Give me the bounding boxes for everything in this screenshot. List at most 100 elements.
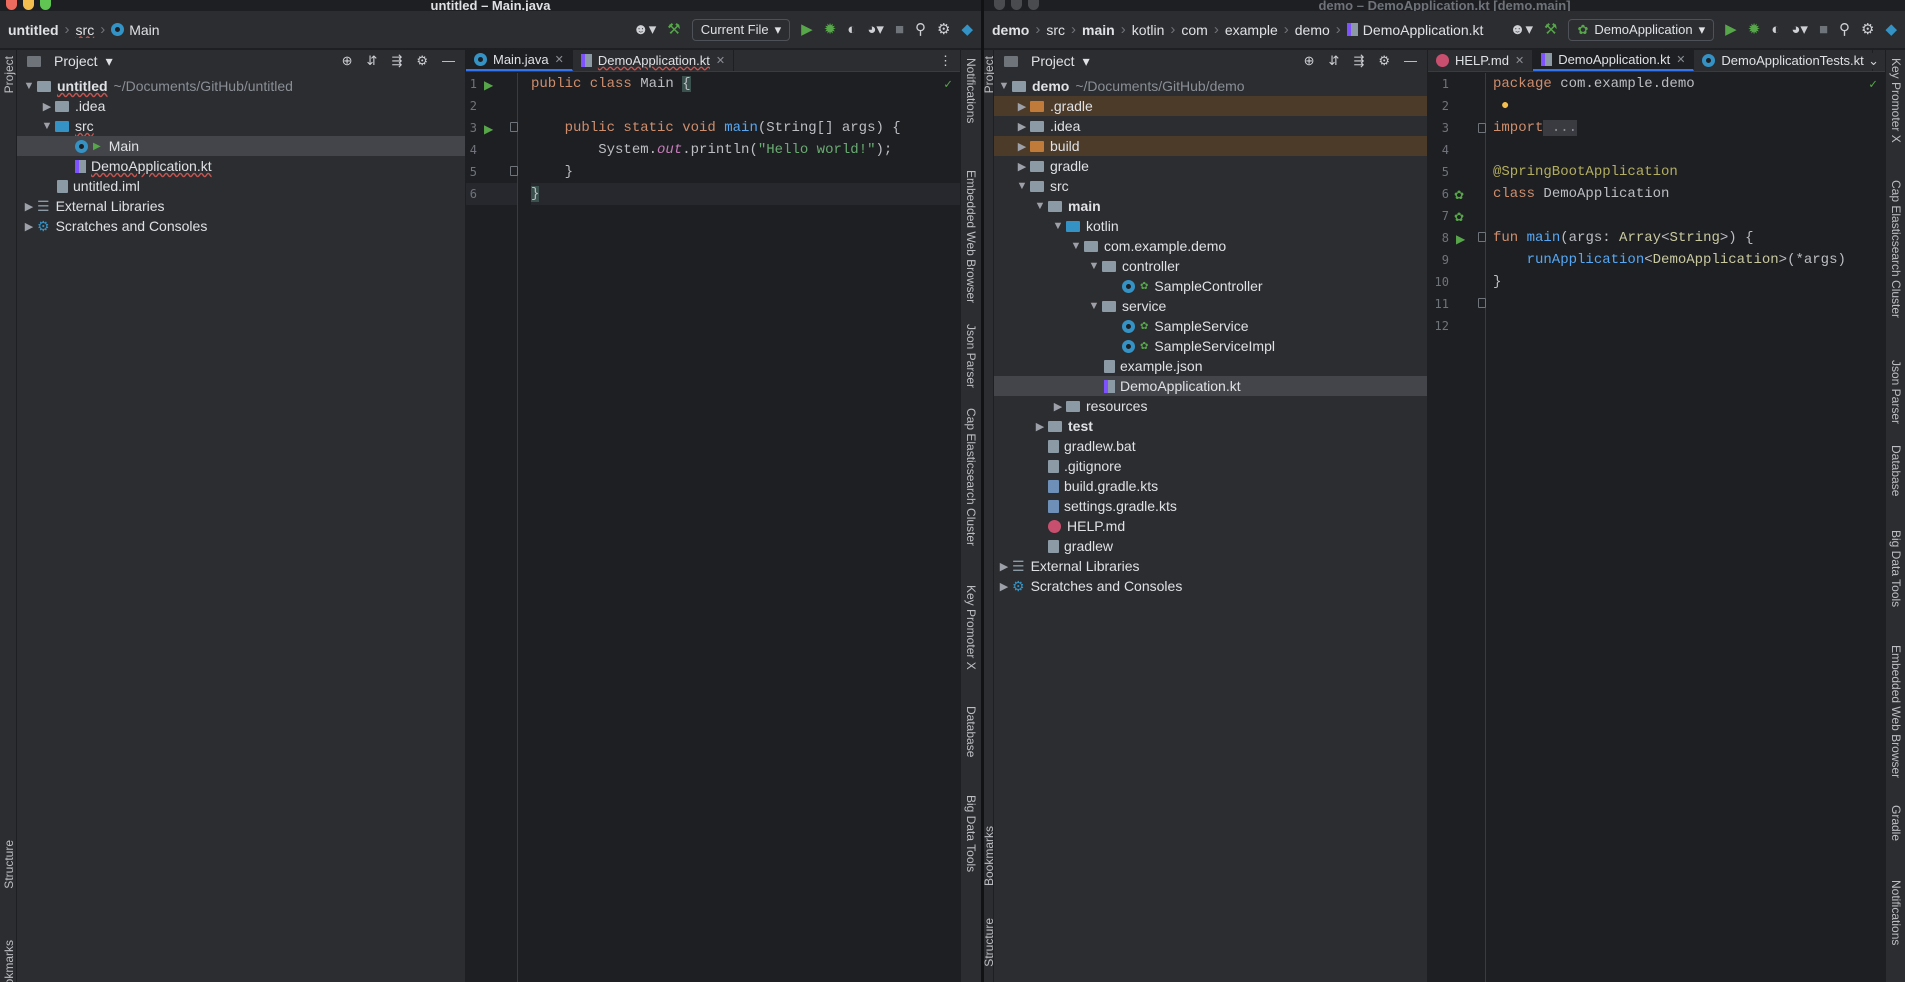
profile-icon[interactable]: ◕▾ <box>1791 22 1808 37</box>
tree-item[interactable]: HELP.md <box>994 516 1427 536</box>
tree-item[interactable]: .gitignore <box>994 456 1427 476</box>
fold-marker-icon[interactable] <box>1478 232 1486 242</box>
hide-icon[interactable]: — <box>442 53 455 69</box>
chevron-right-icon[interactable]: ▶ <box>1050 400 1066 413</box>
run-configuration-select[interactable]: ✿ DemoApplication ▾ <box>1568 18 1715 41</box>
chevron-down-icon[interactable]: ▼ <box>21 80 37 92</box>
minimize-window-button[interactable] <box>23 0 34 10</box>
chevron-right-icon[interactable]: ▶ <box>1014 140 1030 153</box>
tool-window-json-parser[interactable]: Json Parser <box>964 324 978 388</box>
user-icon[interactable]: ☻▾ <box>1510 22 1533 37</box>
tree-item[interactable]: ▼ controller <box>994 256 1427 276</box>
tool-window-key-promoter[interactable]: Key Promoter X <box>964 585 978 670</box>
fold-marker-icon[interactable] <box>510 122 518 132</box>
code-area[interactable]: package com.example.demo ● import ... @S… <box>1487 73 1885 982</box>
collapse-all-icon[interactable]: ⇶ <box>391 53 402 69</box>
tool-window-cap-elasticsearch[interactable]: Cap Elasticsearch Cluster <box>964 408 978 546</box>
no-problems-check-icon[interactable]: ✓ <box>1869 77 1877 92</box>
chevron-down-icon[interactable]: ▼ <box>1086 300 1102 312</box>
tool-window-big-data-tools[interactable]: Big Data Tools <box>964 795 978 872</box>
user-icon[interactable]: ☻▾ <box>633 22 656 37</box>
tree-item[interactable]: DemoApplication.kt <box>994 376 1427 396</box>
close-icon[interactable]: ✕ <box>1676 53 1685 66</box>
tree-item[interactable]: ▼ demo ~/Documents/GitHub/demo <box>994 76 1427 96</box>
tool-window-project[interactable]: Project <box>2 56 16 93</box>
chevron-right-icon[interactable]: ▶ <box>1014 120 1030 133</box>
chevron-down-icon[interactable]: ▼ <box>1032 200 1048 212</box>
tab-main-java[interactable]: Main.java ✕ <box>466 50 573 71</box>
close-icon[interactable]: ✕ <box>555 53 564 66</box>
tab-help-md[interactable]: HELP.md ✕ <box>1428 50 1534 71</box>
stop-icon[interactable]: ■ <box>1819 22 1828 37</box>
lightbulb-icon[interactable]: ● <box>1501 95 1509 117</box>
chevron-down-icon[interactable]: ▼ <box>1050 220 1066 232</box>
locate-icon[interactable]: ⊕ <box>1304 53 1315 69</box>
tree-item[interactable]: settings.gradle.kts <box>994 496 1427 516</box>
breadcrumb-item[interactable]: kotlin <box>1132 22 1165 38</box>
tool-window-json-parser[interactable]: Json Parser <box>1889 360 1903 424</box>
close-icon[interactable]: ✕ <box>716 54 725 67</box>
collapse-all-icon[interactable]: ⇶ <box>1353 53 1364 69</box>
search-icon[interactable]: ⚲ <box>1839 22 1850 37</box>
tree-item[interactable]: ▼ src <box>17 116 465 136</box>
tool-window-cap-elasticsearch[interactable]: Cap Elasticsearch Cluster <box>1889 180 1903 318</box>
gear-icon[interactable]: ⚙ <box>1861 22 1874 37</box>
tool-window-notifications[interactable]: Notifications <box>964 58 978 123</box>
chevron-right-icon[interactable]: ▶ <box>1032 420 1048 433</box>
expand-all-icon[interactable]: ⇵ <box>367 53 378 69</box>
chevron-down-icon[interactable]: ▾ <box>1083 53 1090 70</box>
tree-item[interactable]: ▼ service <box>994 296 1427 316</box>
fold-marker-icon[interactable] <box>1478 123 1486 133</box>
tree-item[interactable]: ✿ SampleService <box>994 316 1427 336</box>
tree-item[interactable]: ▶ build <box>994 136 1427 156</box>
project-view-select[interactable]: Project <box>54 53 98 69</box>
breadcrumb-item[interactable]: src <box>1046 22 1065 38</box>
no-problems-check-icon[interactable]: ✓ <box>944 77 952 92</box>
fold-marker-icon[interactable] <box>510 166 518 176</box>
code-area[interactable]: public class Main { public static void m… <box>519 73 960 982</box>
fold-marker-icon[interactable] <box>1478 298 1486 308</box>
gear-icon[interactable]: ⚙ <box>937 22 950 37</box>
breadcrumb-item[interactable]: example <box>1225 22 1278 38</box>
tree-item[interactable]: ▶ .idea <box>17 96 465 116</box>
breadcrumb-item[interactable]: Main <box>111 22 160 38</box>
ai-assistant-icon[interactable]: ◆ <box>1885 22 1897 37</box>
tree-item[interactable]: ✿ SampleController <box>994 276 1427 296</box>
chevron-down-icon[interactable]: ▾ <box>106 53 113 70</box>
tool-window-big-data-tools[interactable]: Big Data Tools <box>1889 530 1903 607</box>
chevron-right-icon[interactable]: ▶ <box>996 560 1012 573</box>
tool-window-embedded-web-browser[interactable]: Embedded Web Browser <box>964 170 978 303</box>
stop-icon[interactable]: ■ <box>895 22 904 37</box>
build-hammer-icon[interactable]: ⚒ <box>1544 22 1557 37</box>
tree-item[interactable]: ▶ resources <box>994 396 1427 416</box>
tree-item[interactable]: DemoApplication.kt <box>17 156 465 176</box>
hide-icon[interactable]: — <box>1404 53 1417 69</box>
breadcrumb-item[interactable]: demo <box>1295 22 1330 38</box>
breadcrumb-item[interactable]: com <box>1181 22 1207 38</box>
breadcrumb-item[interactable]: src <box>76 22 95 38</box>
coverage-icon[interactable]: ◐ <box>1771 22 1780 37</box>
breadcrumb-item[interactable]: demo <box>992 22 1029 38</box>
run-gutter-icon[interactable]: ▶ <box>1456 232 1465 246</box>
coverage-icon[interactable]: ◐ <box>847 22 856 37</box>
tree-item[interactable]: ▶ gradle <box>994 156 1427 176</box>
run-icon[interactable]: ▶ <box>801 22 813 37</box>
tree-item[interactable]: gradlew <box>994 536 1427 556</box>
debug-icon[interactable]: ✹ <box>824 22 837 37</box>
tree-item[interactable]: gradlew.bat <box>994 436 1427 456</box>
tool-window-gradle[interactable]: Gradle <box>1889 805 1903 841</box>
run-gutter-icon[interactable]: ▶ <box>484 78 493 92</box>
tree-item[interactable]: ▶ .gradle <box>994 96 1427 116</box>
tool-window-embedded-web-browser[interactable]: Embedded Web Browser <box>1889 645 1903 778</box>
spring-bean-gutter-icon[interactable]: ✿ <box>1454 188 1464 202</box>
ai-assistant-icon[interactable]: ◆ <box>961 22 973 37</box>
tool-window-database[interactable]: Database <box>964 706 978 757</box>
tree-item[interactable]: ▼ src <box>994 176 1427 196</box>
chevron-right-icon[interactable]: ▶ <box>21 220 37 233</box>
tree-item[interactable]: ▶ ☰ External Libraries <box>994 556 1427 576</box>
breadcrumb-item[interactable]: DemoApplication.kt <box>1346 22 1483 38</box>
gear-icon[interactable]: ⚙ <box>1378 53 1390 69</box>
tool-window-database[interactable]: Database <box>1889 445 1903 496</box>
more-options-icon[interactable]: ⋮ <box>939 53 952 69</box>
tab-demoapplication-kt[interactable]: DemoApplication.kt ✕ <box>1533 50 1695 71</box>
